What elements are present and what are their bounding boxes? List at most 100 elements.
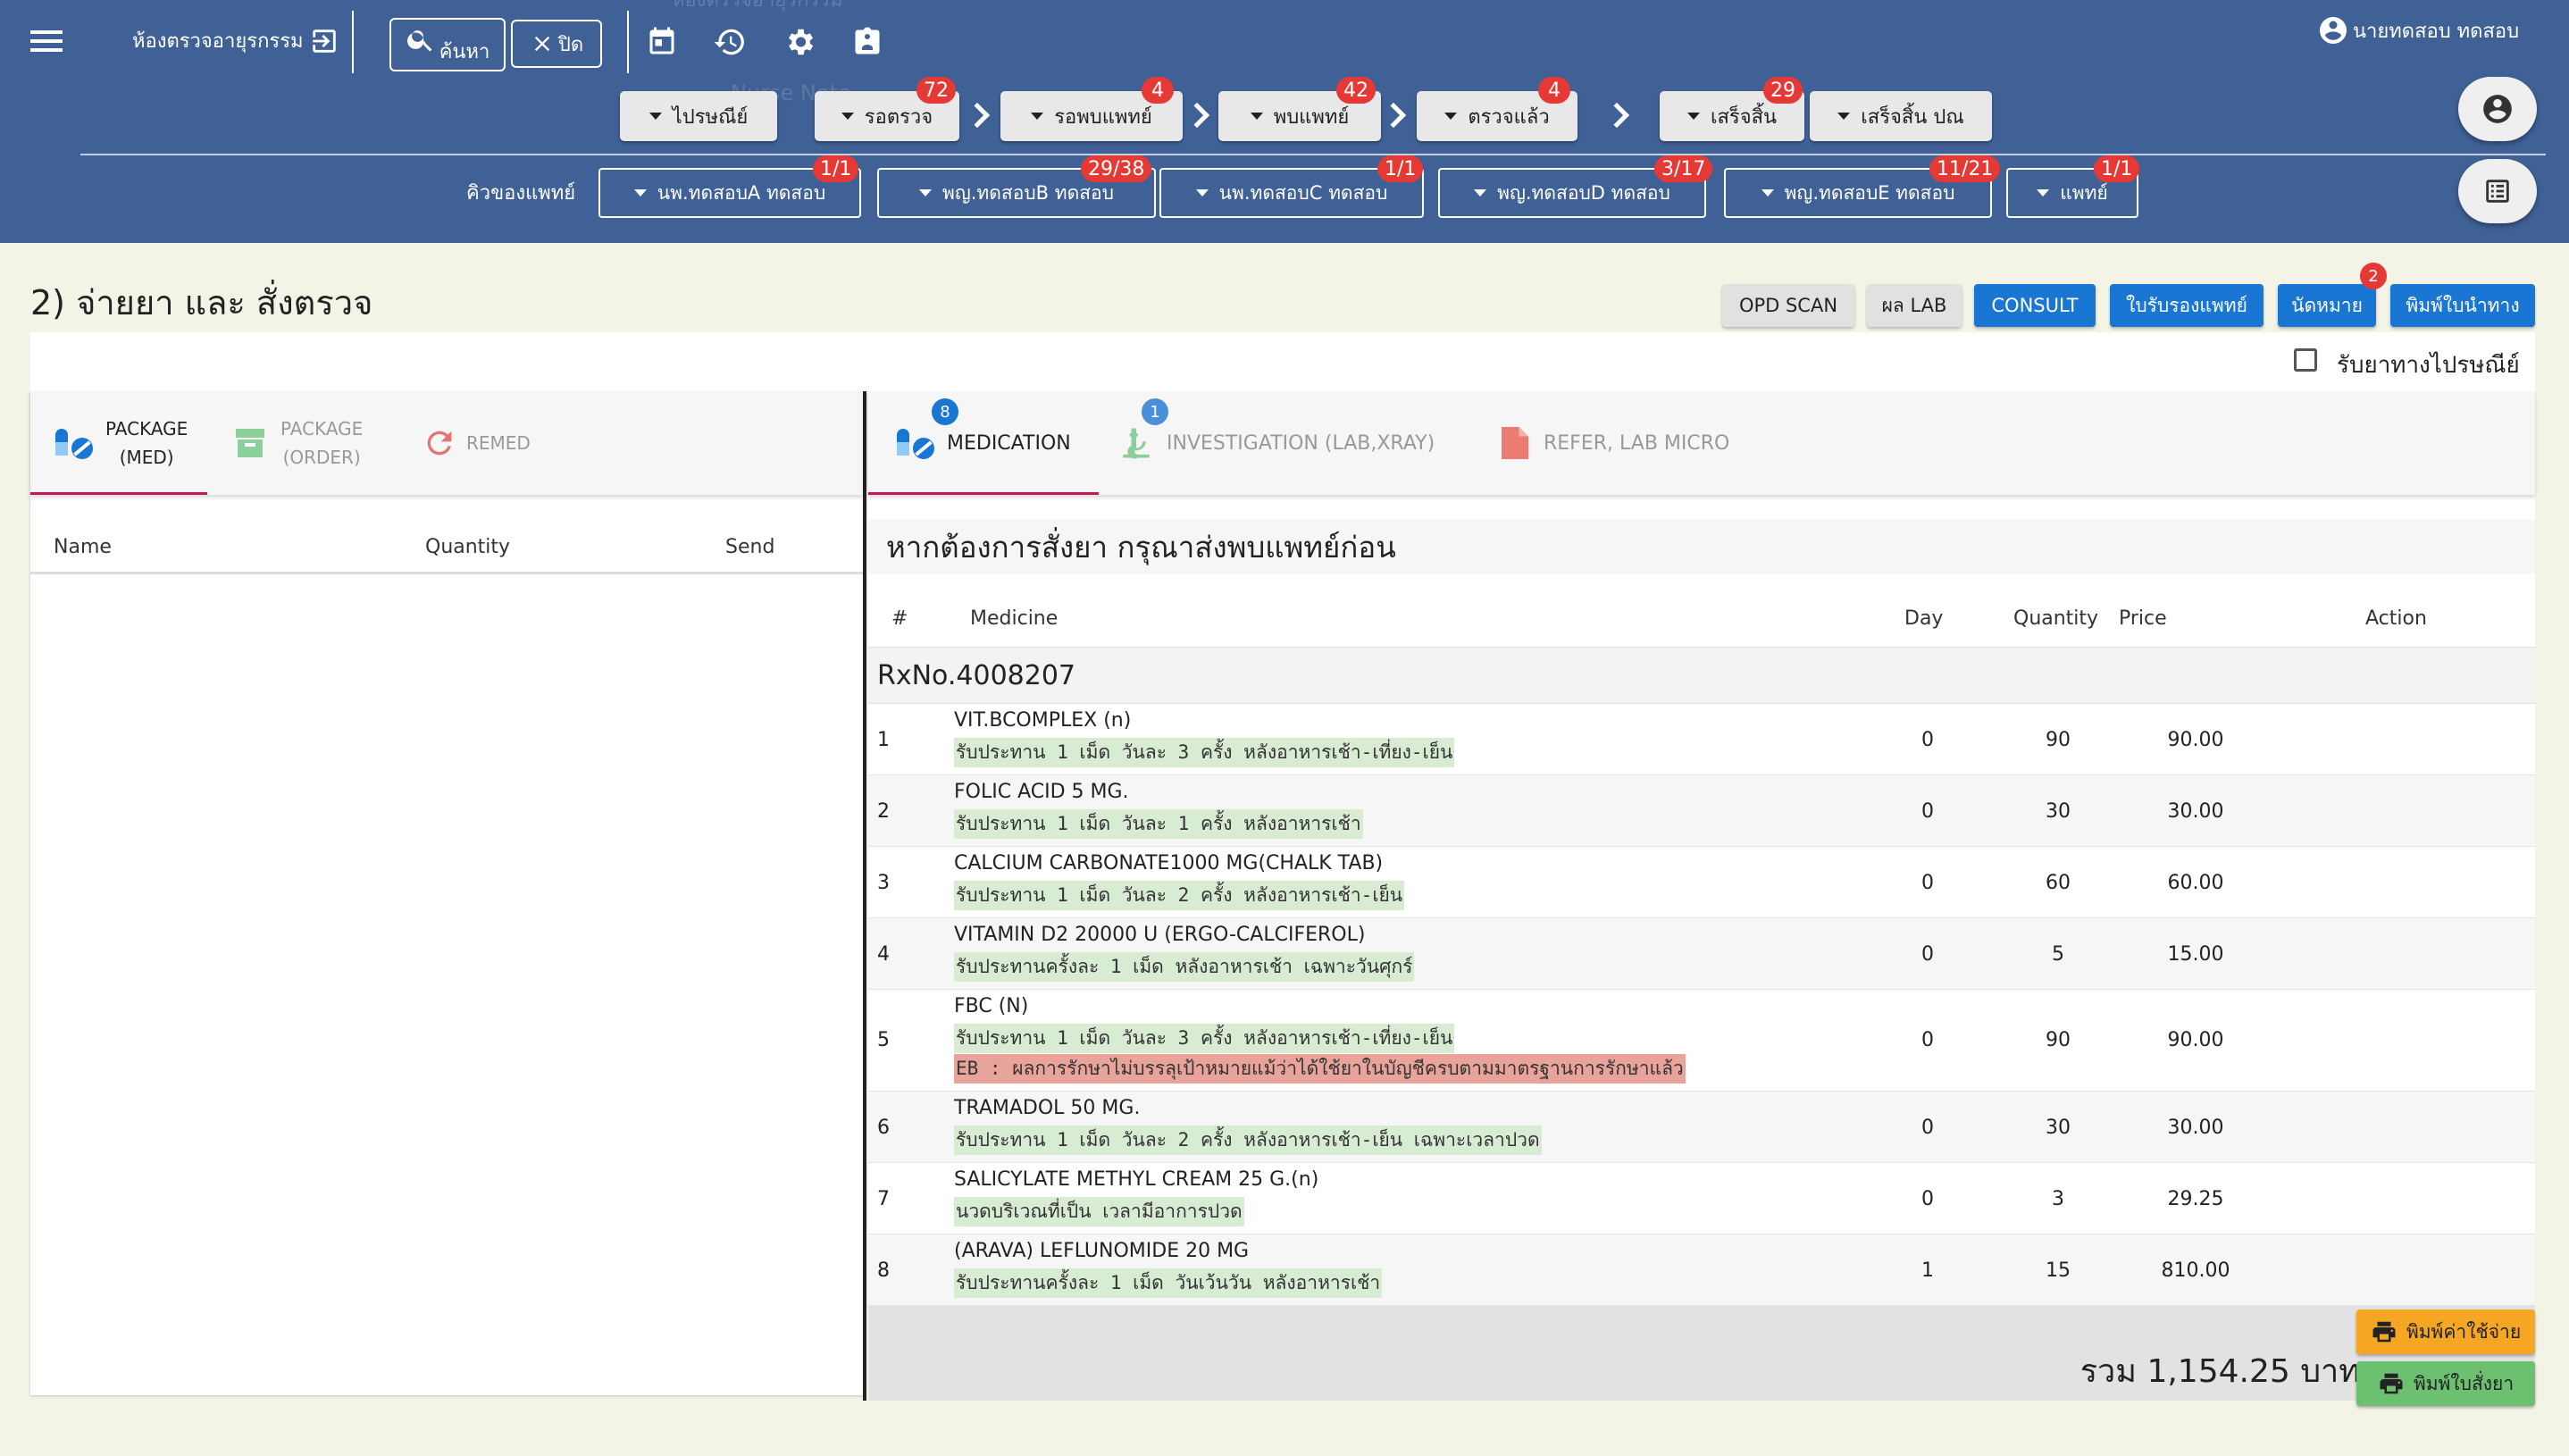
- tab-line1: REMED: [466, 432, 531, 454]
- tab-label: INVESTIGATION (LAB,XRAY): [1167, 431, 1435, 455]
- medication-row[interactable]: 8 (ARAVA) LEFLUNOMIDE 20 MG รับประทานครั…: [868, 1234, 2535, 1306]
- pill-icon: [54, 425, 96, 461]
- workflow-completed-postal[interactable]: เสร็จสิ้น ปณ: [1810, 91, 1992, 141]
- medicine-day: 1: [1921, 1259, 1934, 1282]
- logout-icon: [309, 26, 339, 56]
- tab-refer-lab-micro[interactable]: REFER, LAB MICRO: [1499, 391, 1785, 495]
- active-tab-indicator: [868, 492, 1099, 495]
- header-separator: [80, 154, 2546, 155]
- medicine-instruction: นวดบริเวณที่เป็น เวลามีอาการปวด: [954, 1197, 1244, 1226]
- print-order-button[interactable]: พิมพ์ใบสั่งยา: [2356, 1361, 2535, 1406]
- medicine-instruction: รับประทาน 1 เม็ด วันละ 2 ครั้ง หลังอาหาร…: [954, 881, 1405, 910]
- microscope-icon: [1117, 423, 1156, 463]
- column-name: Name: [54, 536, 112, 558]
- medication-row[interactable]: 5 FBC (N) รับประทาน 1 เม็ด วันละ 3 ครั้ง…: [868, 990, 2535, 1092]
- gear-icon[interactable]: [779, 21, 820, 63]
- medication-row[interactable]: 2 FOLIC ACID 5 MG. รับประทาน 1 เม็ด วันล…: [868, 775, 2535, 847]
- medicine-instruction: รับประทานครั้งละ 1 เม็ด หลังอาหารเช้า เฉ…: [954, 952, 1415, 982]
- tab-line2: (MED): [119, 447, 174, 468]
- order-footer: รวม 1,154.25 บาท พิมพ์ค่าใช้จ่าย พิมพ์ใบ…: [868, 1306, 2535, 1406]
- medicine-day: 0: [1921, 729, 1934, 751]
- medicine-name: CALCIUM CARBONATE1000 MG(CHALK TAB): [954, 852, 1384, 874]
- print-expense-button[interactable]: พิมพ์ค่าใช้จ่าย: [2356, 1310, 2535, 1354]
- tab-package-order[interactable]: PACKAGE (ORDER): [232, 391, 411, 495]
- medicine-instruction: รับประทาน 1 เม็ด วันละ 2 ครั้ง หลังอาหาร…: [954, 1125, 1542, 1155]
- doctor-label: พญ.ทดสอบB ทดสอบ: [942, 181, 1114, 204]
- medication-row[interactable]: 1 VIT.BCOMPLEX (n) รับประทาน 1 เม็ด วันล…: [868, 704, 2535, 775]
- user-menu[interactable]: นายทดสอบ ทดสอบ: [2317, 14, 2519, 46]
- medicine-name: SALICYLATE METHYL CREAM 25 G.(n): [954, 1168, 1319, 1191]
- contact-icon[interactable]: [847, 21, 888, 63]
- medicine-name: TRAMADOL 50 MG.: [954, 1097, 1141, 1119]
- panel-splitter[interactable]: [863, 391, 866, 1401]
- tab-investigation[interactable]: INVESTIGATION (LAB,XRAY) 1: [1117, 391, 1456, 495]
- medication-row[interactable]: 4 VITAMIN D2 20000 U (ERGO-CALCIFEROL) ร…: [868, 918, 2535, 990]
- print-referral-button[interactable]: พิมพ์ใบนำทาง: [2390, 284, 2535, 327]
- chevron-down-icon: [633, 189, 647, 197]
- tab-count-badge: 8: [932, 398, 958, 425]
- tab-medication[interactable]: MEDICATION 8: [868, 391, 1099, 495]
- chevron-down-icon: [1761, 189, 1774, 197]
- history-icon[interactable]: [709, 21, 750, 63]
- workflow-label: เสร็จสิ้น ปณ: [1861, 105, 1964, 129]
- tab-count-badge: 1: [1142, 398, 1168, 425]
- calendar-icon[interactable]: [641, 21, 682, 63]
- workflow-count-badge: 4: [1142, 77, 1174, 104]
- medicine-name: (ARAVA) LEFLUNOMIDE 20 MG: [954, 1240, 1250, 1262]
- medicine-price: 30.00: [2167, 1117, 2224, 1139]
- consult-button[interactable]: CONSULT: [1974, 284, 2096, 327]
- printer-icon: [2378, 1370, 2414, 1397]
- column-quantity: Quantity: [425, 536, 511, 558]
- chevron-down-icon: [2037, 189, 2050, 197]
- medicine-price: 810.00: [2161, 1259, 2230, 1282]
- row-number: 2: [877, 800, 890, 823]
- medicine-day: 0: [1921, 800, 1934, 823]
- department-button[interactable]: ห้องตรวจอายุรกรรม: [132, 25, 339, 56]
- row-number: 1: [877, 729, 890, 751]
- lab-result-button[interactable]: ผล LAB: [1867, 284, 1962, 327]
- close-label: ปิด: [557, 33, 584, 56]
- medication-row[interactable]: 6 TRAMADOL 50 MG. รับประทาน 1 เม็ด วันละ…: [868, 1092, 2535, 1163]
- workflow-count-badge: 42: [1336, 77, 1376, 104]
- appointment-button[interactable]: นัดหมาย: [2278, 284, 2376, 327]
- package-panel: PACKAGE (MED) PACKAGE (ORDER) REMED Name…: [30, 391, 863, 1395]
- search-button[interactable]: ค้นหา: [389, 18, 506, 71]
- row-number: 7: [877, 1188, 890, 1210]
- opd-scan-button[interactable]: OPD SCAN: [1722, 284, 1854, 327]
- tab-remed[interactable]: REMED: [422, 391, 582, 495]
- medication-row[interactable]: 7 SALICYLATE METHYL CREAM 25 G.(n) นวดบร…: [868, 1163, 2535, 1234]
- doctor-certificate-button[interactable]: ใบรับรองแพทย์: [2110, 284, 2264, 327]
- postal-checkbox-label: รับยาทางไปรษณีย์: [2337, 352, 2520, 379]
- workflow-count-badge: 72: [916, 77, 956, 104]
- workflow-label: ไปรษณีย์: [672, 105, 749, 129]
- workflow-label: เสร็จสิ้น: [1710, 105, 1778, 129]
- medicine-name: FBC (N): [954, 995, 1029, 1017]
- workflow-postal[interactable]: ไปรษณีย์: [620, 91, 777, 141]
- list-fab[interactable]: [2458, 159, 2537, 223]
- medicine-quantity: 15: [2046, 1259, 2071, 1282]
- medicine-quantity: 3: [2052, 1188, 2064, 1210]
- department-label: ห้องตรวจอายุรกรรม: [132, 30, 304, 53]
- menu-icon[interactable]: [27, 25, 66, 57]
- active-tab-indicator: [30, 492, 207, 495]
- close-button[interactable]: ปิด: [511, 20, 602, 68]
- pill-icon: [895, 425, 938, 461]
- medicine-day: 0: [1921, 943, 1934, 966]
- medicine-name: VITAMIN D2 20000 U (ERGO-CALCIFEROL): [954, 924, 1366, 946]
- user-name: นายทดสอบ ทดสอบ: [2353, 20, 2520, 43]
- order-tabbar: MEDICATION 8 INVESTIGATION (LAB,XRAY) 1 …: [868, 391, 2535, 495]
- postal-checkbox[interactable]: [2294, 348, 2317, 372]
- list-icon: [2482, 176, 2513, 206]
- chevron-down-icon: [1474, 189, 1487, 197]
- medicine-instruction: รับประทาน 1 เม็ด วันละ 3 ครั้ง หลังอาหาร…: [954, 738, 1455, 767]
- account-fab[interactable]: [2458, 77, 2537, 141]
- chevron-down-icon: [919, 189, 932, 197]
- medicine-price: 15.00: [2167, 943, 2224, 966]
- tab-package-med[interactable]: PACKAGE (MED): [30, 391, 207, 495]
- header-divider: [352, 11, 354, 73]
- medication-row[interactable]: 3 CALCIUM CARBONATE1000 MG(CHALK TAB) รั…: [868, 847, 2535, 918]
- chevron-down-icon: [1837, 113, 1851, 120]
- column-action: Action: [2365, 607, 2427, 630]
- medicine-instruction: รับประทานครั้งละ 1 เม็ด วันเว้นวัน หลังอ…: [954, 1268, 1383, 1298]
- appointment-count-badge: 2: [2360, 263, 2387, 289]
